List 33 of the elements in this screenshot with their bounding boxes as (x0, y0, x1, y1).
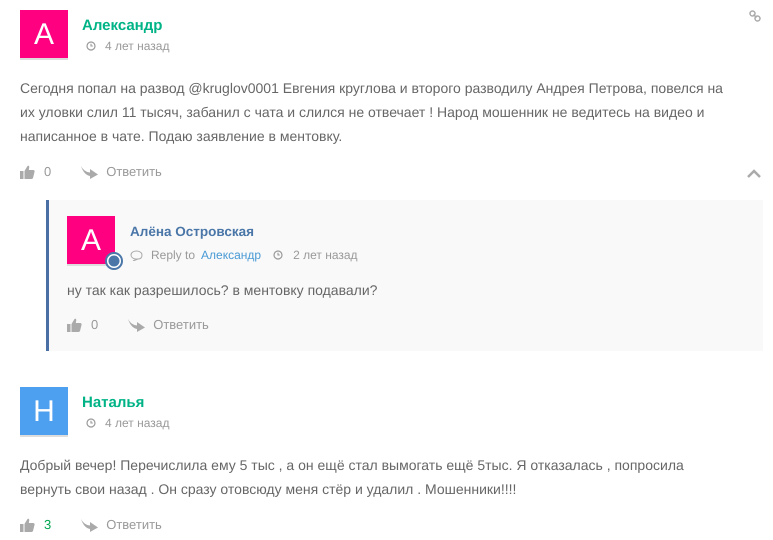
reply-to-label: Reply to (151, 247, 196, 264)
vk-badge-icon (105, 252, 123, 270)
reply-button[interactable]: Ответить (81, 162, 162, 182)
vote-count: 3 (44, 516, 52, 534)
thumbs-up-icon[interactable] (20, 165, 35, 179)
avatar: А (67, 216, 115, 264)
comment-time: 4 лет назад (105, 415, 170, 432)
thumbs-up-icon[interactable] (67, 318, 82, 332)
vote-count: 0 (91, 316, 98, 334)
clock-icon (273, 250, 284, 260)
reply-arrow-icon[interactable] (81, 166, 98, 178)
reply-button[interactable]: Ответить (81, 515, 162, 535)
author-name[interactable]: Александр (82, 16, 170, 36)
clock-icon (86, 418, 96, 428)
reply-arrow-icon[interactable] (128, 318, 146, 332)
comment-text: ну так как разрешилось? в ментовку подавали? (67, 281, 378, 300)
thumbs-up-icon[interactable] (20, 518, 35, 532)
avatar: Н (20, 387, 68, 435)
reply-button[interactable]: Ответить (128, 315, 209, 335)
comment-text: Сегодня попал на развод @kruglov0001 Евгения круглова и второго разводилу Андрея Петрова, повелся на их уловки слил 11 тысяч, забанил с чата и слился не отвечает ! Народ мошенник не ведитесь на видео и написанное в чате. Подаю заявление в ментовку. (20, 79, 724, 146)
collapse-caret-icon[interactable] (747, 169, 761, 178)
author-name[interactable]: Наталья (82, 393, 170, 413)
speech-bubble-icon (130, 250, 143, 260)
vote-count: 0 (44, 163, 52, 182)
reply-arrow-icon[interactable] (81, 518, 98, 532)
comment-text: Добрый вечер! Перечислила ему 5 тыс , а он ещё стал вымогать ещё 5тыс. Я отказалась , попросила вернуть свои назад . Он сразу отовсюду меня стёр и удалил . Мошенники!!!! (20, 456, 685, 499)
author-name[interactable]: Алёна Островская (130, 222, 358, 242)
link-icon[interactable] (749, 10, 761, 22)
reply-to-link[interactable]: Александр (201, 246, 262, 264)
clock-icon (86, 41, 96, 51)
avatar: А (20, 10, 68, 58)
comment-time: 2 лет назад (293, 247, 358, 264)
comment-time: 4 лет назад (105, 38, 170, 55)
